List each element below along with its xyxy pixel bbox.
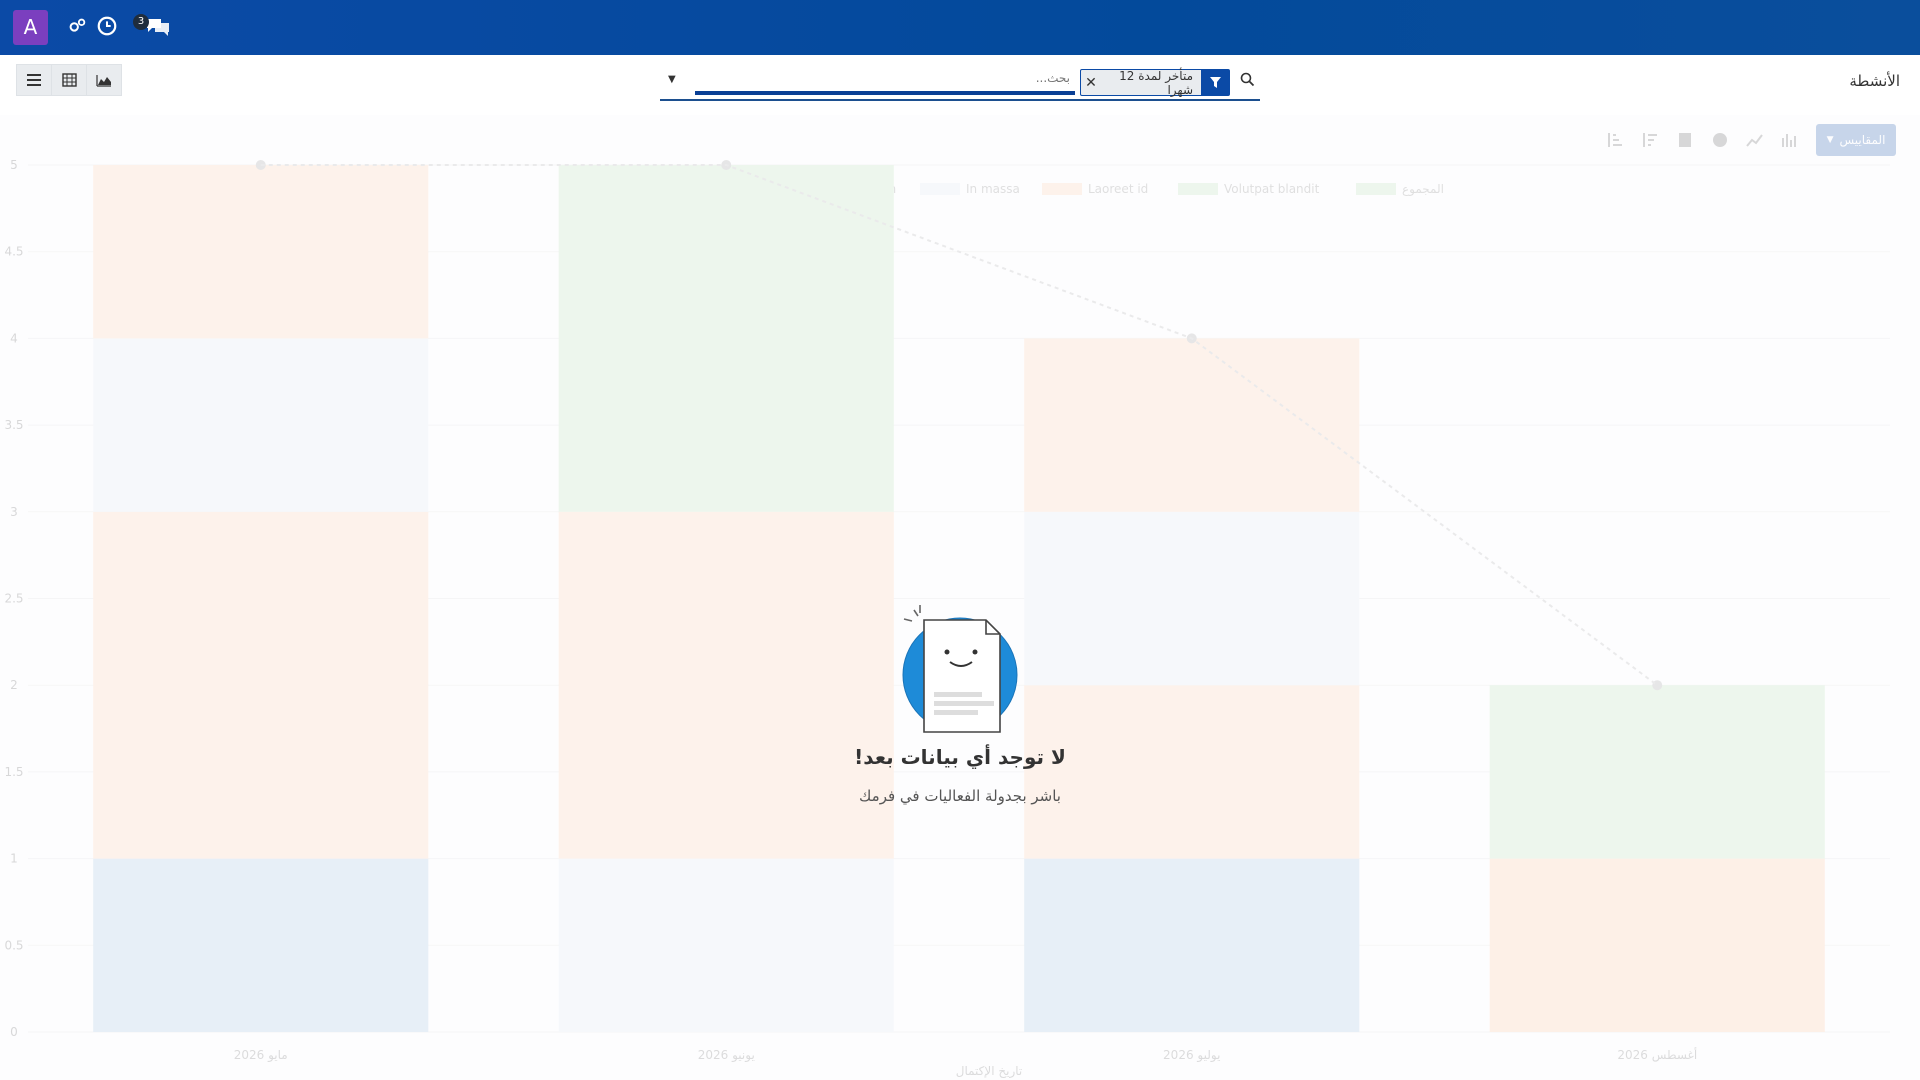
y-tick-label: 3.5 — [4, 418, 23, 432]
filter-facet[interactable]: متأخر لمدة 12 شهرا ✕ — [1080, 68, 1230, 97]
bar-segment — [558, 858, 894, 1032]
legend-label: المجموع — [1402, 182, 1444, 197]
sample-graph: المقاييس ▼ 00.511.522.533.544.55Integer … — [0, 115, 1920, 1080]
search-icon[interactable] — [1240, 72, 1255, 87]
graph-view: المقاييس ▼ 00.511.522.533.544.55Integer … — [0, 115, 1920, 1080]
facet-value: متأخر لمدة 12 شهرا — [1119, 68, 1193, 97]
bar-segment — [93, 338, 429, 512]
bar-segment — [1489, 685, 1825, 859]
view-switcher — [16, 64, 122, 96]
y-tick-label: 1.5 — [4, 765, 23, 779]
x-tick-label: مايو 2026 — [234, 1048, 288, 1063]
no-data-subtitle: باشر بجدولة الفعاليات في فرمك — [859, 787, 1061, 805]
no-content-helper: لا توجد أي بيانات بعد! باشر بجدولة الفعا… — [760, 600, 1160, 805]
y-tick-label: 2 — [10, 678, 18, 692]
bar-segment — [1024, 338, 1360, 512]
y-tick-label: 2.5 — [4, 592, 23, 606]
search-input[interactable] — [700, 71, 1070, 85]
search-panel: ▼ متأخر لمدة 12 شهرا ✕ — [660, 65, 1260, 101]
bar-segment — [93, 511, 429, 859]
search-options-toggle[interactable]: ▼ — [668, 74, 676, 85]
bar-segment — [1489, 858, 1825, 1032]
legend-swatch — [1356, 183, 1396, 195]
empty-document-illustration — [902, 605, 1018, 733]
legend-swatch — [1178, 183, 1218, 195]
table-icon — [61, 73, 77, 87]
search-input-underline — [695, 91, 1075, 95]
legend-label: Laoreet id — [1088, 182, 1148, 196]
chart-canvas: 00.511.522.533.544.55Integer vitaeViverr… — [4, 158, 1890, 1079]
y-tick-label: 0 — [10, 1025, 18, 1039]
y-tick-label: 5 — [10, 158, 18, 172]
x-tick-label: أغسطس 2026 — [1617, 1047, 1697, 1063]
pivot-view-button[interactable] — [51, 64, 87, 96]
y-tick-label: 4.5 — [4, 245, 23, 259]
facet-remove-icon[interactable]: ✕ — [1081, 70, 1101, 95]
chat-messages-icon[interactable] — [145, 15, 171, 37]
control-panel: الأنشطة ▼ متأخر لمدة 12 — [0, 55, 1920, 115]
x-axis-title: تاريخ الإكتمال — [956, 1064, 1023, 1079]
list-view-button[interactable] — [16, 64, 52, 96]
x-tick-label: يوليو 2026 — [1163, 1048, 1220, 1063]
x-tick-label: يونيو 2026 — [698, 1048, 755, 1063]
area-chart-icon — [96, 75, 111, 87]
filter-icon — [1201, 70, 1229, 95]
no-data-title: لا توجد أي بيانات بعد! — [854, 745, 1066, 769]
settings-gears-icon[interactable] — [66, 15, 88, 37]
top-navbar: A 3 — [0, 0, 1920, 55]
breadcrumb: الأنشطة — [1849, 72, 1900, 90]
legend-swatch — [920, 183, 960, 195]
y-tick-label: 0.5 — [4, 938, 23, 952]
bar-segment — [93, 858, 429, 1032]
legend-label: Volutpat blandit — [1224, 182, 1320, 196]
bar-segment — [558, 165, 894, 512]
legend-swatch — [1042, 183, 1082, 195]
legend-label: In massa — [966, 182, 1020, 196]
messages-badge: 3 — [133, 14, 149, 30]
y-tick-label: 4 — [10, 331, 18, 345]
clock-icon[interactable] — [96, 15, 118, 37]
bar-segment — [1024, 858, 1360, 1032]
y-tick-label: 3 — [10, 505, 18, 519]
graph-view-button[interactable] — [86, 64, 122, 96]
company-avatar[interactable]: A — [13, 10, 48, 45]
bar-segment — [93, 165, 429, 339]
y-tick-label: 1 — [10, 852, 18, 866]
list-icon — [27, 74, 41, 86]
